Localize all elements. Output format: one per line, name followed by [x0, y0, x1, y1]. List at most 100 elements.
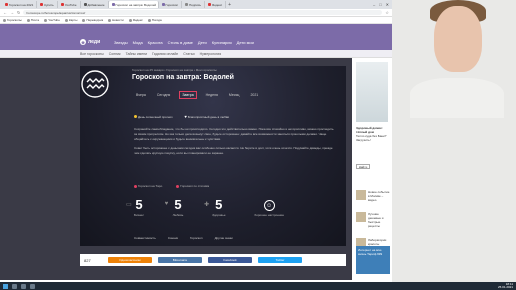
- browser-tab[interactable]: Подпись: [182, 1, 205, 8]
- taskbar-app-icon[interactable]: [21, 283, 26, 289]
- sub-nav-item[interactable]: Нумерология: [200, 52, 222, 56]
- browser-tab[interactable]: Гороскоп: [159, 1, 183, 8]
- related-link[interactable]: Гороскоп по стихиям: [176, 184, 209, 188]
- star-icon[interactable]: ☆: [385, 10, 389, 15]
- period-tabs: Вчера Сегодня Завтра Неделя Месяц 2021: [134, 91, 260, 99]
- list-item[interactable]: Новое событие в Москве – видео: [356, 190, 390, 202]
- tab-favicon-icon: [111, 3, 115, 6]
- bookmark-item[interactable]: Погода: [147, 18, 162, 22]
- sub-nav-item[interactable]: Тайны имени: [126, 52, 148, 56]
- bottom-link[interactable]: Другие знаки: [215, 236, 233, 240]
- stats-row: ▭ 5 Бизнес ♥ 5 Любовь ✚ 5 Здоровье ☺ Хор…: [126, 197, 284, 217]
- mood-row: День солнечный прогноз ♥ Благоприятный де…: [134, 114, 229, 119]
- tab-favicon-icon: [5, 3, 8, 6]
- tab-favicon-icon: [60, 3, 64, 6]
- share-vk-button[interactable]: ВКонтакте: [158, 257, 202, 263]
- bullet-icon: [176, 184, 180, 188]
- aquarius-icon: [81, 70, 109, 98]
- os-taskbar: 18:11 25.01.2021: [0, 282, 516, 290]
- bookmarks-bar: Гороскопы Почта YouTube Карты Переводчик…: [0, 17, 392, 24]
- tab-favicon-icon: [83, 3, 87, 6]
- top-nav-item[interactable]: Стиль в доме: [168, 40, 193, 45]
- forward-icon[interactable]: →: [10, 10, 14, 15]
- window-controls: – □ ✕: [373, 2, 392, 7]
- stat-love: ♥ 5 Любовь: [164, 197, 184, 217]
- forecast-paragraph: Совет быть осторожнее с деньгами сегодня…: [134, 146, 333, 155]
- back-icon[interactable]: ←: [3, 10, 7, 15]
- bookmark-item[interactable]: Переводчик: [82, 18, 103, 22]
- bookmark-icon: [108, 18, 112, 22]
- bookmark-item[interactable]: Гороскопы: [3, 18, 22, 22]
- site-logo[interactable]: ❀ леди: [80, 39, 100, 45]
- bottom-link[interactable]: Совместимость: [134, 236, 156, 240]
- ad-button[interactable]: Найти: [356, 164, 370, 169]
- stat-health: ✚ 5 Здоровье: [204, 197, 226, 217]
- mood-love: ♥ Благоприятный день в любви: [184, 114, 230, 119]
- share-bar: 827 Одноклассники ВКонтакте Facebook Twi…: [80, 254, 346, 266]
- tab-year[interactable]: 2021: [248, 92, 260, 98]
- bookmark-icon: [3, 18, 6, 22]
- sub-nav-item[interactable]: Все гороскопы: [80, 52, 104, 56]
- minimize-icon[interactable]: –: [373, 2, 375, 7]
- start-icon[interactable]: [3, 283, 8, 289]
- person-shirt: [410, 78, 504, 118]
- tab-favicon-icon: [185, 3, 189, 6]
- top-nav-item[interactable]: Мода: [133, 40, 143, 45]
- share-count: 827: [84, 257, 91, 263]
- taskbar-app-icon[interactable]: [12, 283, 17, 289]
- sidebar-banner[interactable]: Интернет на всю жизнь Тариф 999: [356, 246, 390, 274]
- related-links: Гороскоп на Таро Гороскоп по стихиям: [134, 184, 209, 188]
- taskbar-clock[interactable]: 18:11 25.01.2021: [498, 282, 513, 290]
- top-nav-item[interactable]: Красота: [148, 40, 163, 45]
- top-nav-item[interactable]: Кулинария: [212, 40, 232, 45]
- sub-nav-item[interactable]: Статьи: [183, 52, 194, 56]
- tab-tomorrow[interactable]: Завтра: [179, 91, 197, 99]
- reload-icon[interactable]: ↻: [17, 10, 20, 15]
- heart-icon: ♥: [164, 201, 169, 207]
- sun-icon: [134, 115, 137, 118]
- breadcrumb[interactable]: Гороскоп на 25 января • Гороскоп на завт…: [132, 68, 217, 72]
- tab-favicon-icon: [161, 3, 165, 6]
- tab-today[interactable]: Сегодня: [155, 92, 172, 98]
- related-link[interactable]: Гороскоп на Таро: [134, 184, 162, 188]
- bookmark-item[interactable]: YouTube: [44, 18, 60, 22]
- bottom-links: Совместимость Сонник Гороскоп Другие зна…: [134, 236, 233, 240]
- browser-tab[interactable]: Добавление: [81, 1, 109, 8]
- bottom-link[interactable]: Сонник: [168, 236, 178, 240]
- stat-mood: ☺ Хорошее настроение: [254, 198, 284, 217]
- browser-tab-active[interactable]: Гороскоп на завтра: Водолей: [108, 1, 159, 8]
- bookmark-item[interactable]: Яндекс: [128, 18, 143, 22]
- maximize-icon[interactable]: □: [379, 2, 381, 7]
- tab-week[interactable]: Неделя: [204, 92, 220, 98]
- browser-tab[interactable]: Гороскоп на 2021: [2, 1, 38, 8]
- tab-month[interactable]: Месяц: [227, 92, 242, 98]
- bookmark-item[interactable]: Почта: [26, 18, 39, 22]
- tab-favicon-icon: [40, 3, 44, 6]
- list-item[interactable]: Лучшие дешевые и быстрые рецепты: [356, 212, 390, 228]
- sub-nav-item[interactable]: Сонник: [109, 52, 121, 56]
- new-tab-button[interactable]: +: [228, 2, 231, 8]
- top-nav-item[interactable]: Звезды: [114, 40, 128, 45]
- browser-tab[interactable]: Купить: [37, 1, 58, 8]
- bottom-link[interactable]: Гороскоп: [190, 236, 203, 240]
- url-input[interactable]: horoscope.ru/horoscope/aquarius/tomorrow…: [23, 10, 383, 15]
- heart-icon: ♥: [184, 114, 187, 119]
- page-title: Гороскоп на завтра: Водолей: [132, 74, 234, 81]
- bookmark-item[interactable]: Новости: [108, 18, 124, 22]
- sub-nav-item[interactable]: Гадания онлайн: [152, 52, 178, 56]
- share-facebook-button[interactable]: Facebook: [208, 257, 252, 263]
- top-nav-item[interactable]: Дети: [198, 40, 207, 45]
- tab-yesterday[interactable]: Вчера: [134, 92, 148, 98]
- taskbar-app-icon[interactable]: [30, 283, 35, 289]
- bookmark-icon: [64, 18, 68, 22]
- close-icon[interactable]: ✕: [386, 2, 389, 7]
- bookmark-item[interactable]: Карты: [64, 18, 77, 22]
- browser-tab[interactable]: Яндекс: [205, 1, 227, 8]
- top-nav-cta[interactable]: Дети мои: [237, 40, 254, 45]
- ad-image[interactable]: [356, 62, 388, 122]
- browser-tab[interactable]: YouTube: [58, 1, 81, 8]
- forecast-paragraph: Сохраняйте самообладание, что бы ни прои…: [134, 127, 334, 141]
- share-ok-button[interactable]: Одноклассники: [108, 257, 152, 263]
- person-face: [434, 6, 482, 72]
- share-twitter-button[interactable]: Twitter: [258, 257, 302, 263]
